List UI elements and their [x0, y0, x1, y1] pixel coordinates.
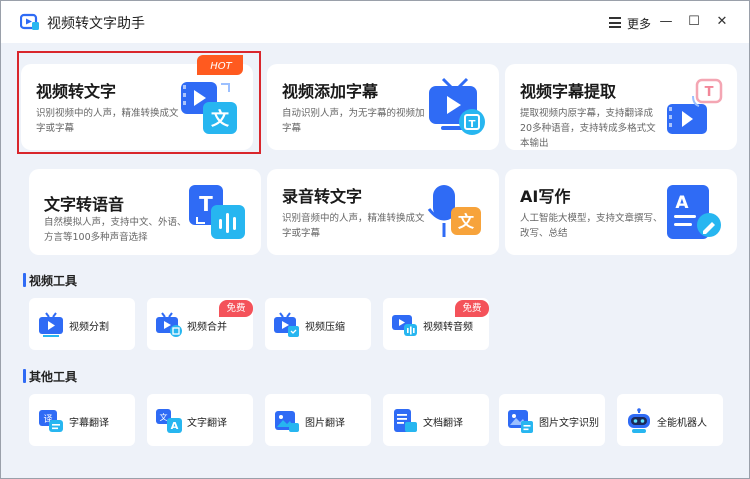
subtitle-extract-icon: T — [667, 78, 723, 134]
minimize-button[interactable]: — — [657, 13, 675, 31]
app-window: 视频转文字助手 更多 — ☐ ✕ 视频转文字 识别视频中的人声，精准转换成文字或… — [0, 0, 750, 479]
free-badge: 免费 — [219, 300, 253, 317]
tool-image-translate[interactable]: 图片翻译 — [265, 394, 371, 446]
tool-label: 图片翻译 — [305, 418, 345, 429]
feature-title: 文字转语音 — [44, 195, 125, 214]
document-translate-icon — [394, 409, 417, 432]
svg-text:A: A — [675, 193, 689, 213]
robot-icon — [628, 408, 650, 433]
feature-title: 录音转文字 — [282, 187, 363, 206]
title-bar: 视频转文字助手 更多 — ☐ ✕ — [1, 1, 749, 43]
video-to-audio-icon — [392, 315, 417, 336]
svg-text:文: 文 — [160, 412, 168, 422]
video-merge-icon — [156, 312, 182, 337]
section-title-other-tools: 其他工具 — [22, 369, 78, 384]
feature-desc: 识别音频中的人声，精准转换成文字或字幕 — [282, 213, 425, 239]
ai-writing-icon: A — [667, 185, 721, 239]
feature-title: 视频添加字幕 — [282, 82, 379, 101]
tool-label: 视频合并 — [187, 322, 227, 333]
tool-video-split[interactable]: 视频分割 — [29, 298, 135, 350]
menu-icon[interactable] — [609, 17, 621, 28]
hot-badge-label: HOT — [210, 61, 232, 72]
tool-text-translate[interactable]: 文 A 文字翻译 — [147, 394, 253, 446]
video-split-icon — [39, 312, 63, 337]
feature-desc: 自然模拟人声，支持中文、外语、方言等100多种声音选择 — [44, 217, 187, 243]
tool-label: 视频转音频 — [423, 322, 473, 333]
tool-label: 文字翻译 — [187, 418, 227, 429]
free-badge: 免费 — [455, 300, 489, 317]
feature-card-subtitle-extract[interactable]: 视频字幕提取 提取视频内原字幕，支持翻译成20多种语音，支持转成多格式文本输出 … — [505, 64, 737, 150]
feature-desc: 人工智能大模型，支持文章撰写、改写、总结 — [520, 213, 663, 239]
tool-robot[interactable]: 全能机器人 — [617, 394, 723, 446]
app-logo-icon — [20, 13, 39, 30]
svg-text:T: T — [469, 119, 476, 130]
tool-label: 字幕翻译 — [69, 418, 109, 429]
tool-subtitle-translate[interactable]: 译 字幕翻译 — [29, 394, 135, 446]
tool-label: 全能机器人 — [657, 418, 707, 429]
image-translate-icon — [275, 411, 299, 432]
image-ocr-icon — [508, 410, 533, 433]
feature-title: 视频字幕提取 — [520, 82, 617, 101]
svg-text:T: T — [705, 85, 714, 100]
svg-text:文: 文 — [458, 212, 475, 231]
feature-card-ai-writing[interactable]: AI写作 人工智能大模型，支持文章撰写、改写、总结 A — [505, 169, 737, 255]
maximize-button[interactable]: ☐ — [685, 13, 703, 31]
app-title: 视频转文字助手 — [47, 16, 145, 32]
feature-desc: 自动识别人声，为无字幕的视频加字幕 — [282, 108, 425, 134]
text-to-speech-icon: T — [189, 185, 245, 239]
feature-card-audio-to-text[interactable]: 录音转文字 识别音频中的人声，精准转换成文字或字幕 文 — [267, 169, 499, 255]
tv-subtitle-icon: T — [429, 77, 485, 135]
hot-badge: HOT — [197, 55, 243, 75]
feature-title: AI写作 — [520, 187, 571, 206]
tool-document-translate[interactable]: 文档翻译 — [383, 394, 489, 446]
tool-label: 视频分割 — [69, 322, 109, 333]
video-compress-icon — [274, 312, 299, 337]
tool-video-compress[interactable]: 视频压缩 — [265, 298, 371, 350]
tool-label: 视频压缩 — [305, 322, 345, 333]
feature-card-add-subtitle[interactable]: 视频添加字幕 自动识别人声，为无字幕的视频加字幕 T — [267, 64, 499, 150]
more-menu-button[interactable]: 更多 — [627, 15, 651, 32]
text-translate-icon: 文 A — [156, 409, 182, 433]
svg-text:A: A — [171, 421, 179, 432]
feature-desc: 提取视频内原字幕，支持翻译成20多种语音，支持转成多格式文本输出 — [520, 108, 656, 149]
tool-label: 图片文字识别 — [539, 418, 599, 429]
tool-image-ocr[interactable]: 图片文字识别 — [499, 394, 605, 446]
tool-label: 文档翻译 — [423, 418, 463, 429]
close-button[interactable]: ✕ — [713, 13, 731, 31]
section-title-video-tools: 视频工具 — [22, 273, 78, 288]
feature-card-text-to-speech[interactable]: 文字转语音 自然模拟人声，支持中文、外语、方言等100多种声音选择 T — [29, 169, 261, 255]
microphone-text-icon: 文 — [427, 185, 481, 237]
subtitle-translate-icon: 译 — [39, 410, 63, 432]
